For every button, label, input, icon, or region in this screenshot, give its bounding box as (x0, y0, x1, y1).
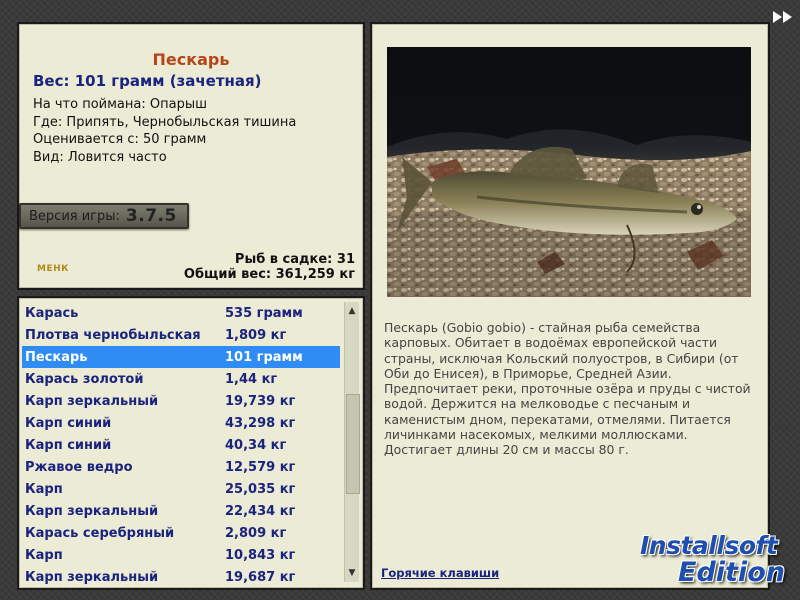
catch-list-panel: Карась 535 грамм Плотва чернобыльская 1,809… (17, 296, 365, 590)
scroll-up-button[interactable]: ▲ (345, 304, 359, 318)
list-item[interactable]: Карась серебряный 2,809 кг (22, 522, 340, 544)
list-item-weight: 40,34 кг (225, 437, 287, 453)
fish-info-panel: Пескарь Вес: 101 грамм (зачетная) На что… (17, 22, 365, 290)
list-item[interactable]: Карп зеркальный 19,739 кг (22, 390, 340, 412)
fast-forward-button[interactable] (772, 9, 794, 23)
game-version-badge: Версия игры: 3.7.5 (19, 203, 189, 229)
list-item-weight: 25,035 кг (225, 481, 296, 497)
arrow-down-icon: ▼ (348, 568, 356, 578)
list-item[interactable]: Карп 25,035 кг (22, 478, 340, 500)
list-item[interactable]: Карп 10,843 кг (22, 544, 340, 566)
version-label: Версия игры: (29, 208, 120, 224)
list-item-weight: 1,809 кг (225, 327, 287, 343)
fish-photo (387, 47, 751, 297)
list-item-name: Карп зеркальный (25, 503, 159, 519)
fish-description: Пескарь (Gobio gobio) - стайная рыба сем… (384, 320, 751, 458)
arrow-up-icon: ▲ (348, 306, 356, 316)
fish-count: Рыб в садке: 31 (234, 252, 355, 267)
frequency-line: Вид: Ловится часто (33, 149, 167, 165)
list-item-name: Карп (25, 481, 63, 497)
list-item[interactable]: Карп зеркальный 19,687 кг (22, 566, 340, 588)
installsoft-watermark: Installsoft Edition (632, 515, 796, 595)
list-scrollbar[interactable]: ▲ ▼ (344, 302, 360, 582)
scroll-down-button[interactable]: ▼ (345, 566, 359, 580)
list-item-weight: 19,687 кг (225, 569, 296, 585)
scrollbar-thumb[interactable] (346, 394, 360, 494)
list-item-weight: 43,298 кг (225, 415, 296, 431)
fast-forward-icon (773, 11, 792, 23)
fish-detail-panel: Пескарь (Gobio gobio) - стайная рыба сем… (370, 22, 770, 590)
list-item-weight: 22,434 кг (225, 503, 296, 519)
list-item-name: Карп (25, 547, 63, 563)
list-item-weight: 19,739 кг (225, 393, 296, 409)
keepnet-stats: Рыб в садке: 31 Общий вес: 361,259 кг (184, 252, 355, 282)
rated-from-line: Оценивается с: 50 грамм (33, 132, 207, 147)
list-item[interactable]: Карп синий 43,298 кг (22, 412, 340, 434)
list-item-name: Пескарь (25, 349, 88, 365)
list-item[interactable]: Пескарь 101 грамм (22, 346, 340, 368)
list-item[interactable]: Ржавое ведро 12,579 кг (22, 456, 340, 478)
list-item-name: Карп зеркальный (25, 393, 159, 409)
list-item-weight: 12,579 кг (225, 459, 296, 475)
list-item-weight: 2,809 кг (225, 525, 287, 541)
list-item-weight: 1,44 кг (225, 371, 278, 387)
list-item-name: Карп зеркальный (25, 569, 159, 585)
list-item-name: Плотва чернобыльская (25, 327, 201, 343)
list-item-name: Карп синий (25, 415, 112, 431)
list-item[interactable]: Карась 535 грамм (22, 302, 340, 324)
bait-line: На что поймана: Опарыш (33, 97, 207, 112)
list-item-weight: 101 грамм (225, 349, 303, 365)
fish-details: На что поймана: Опарыш Где: Припять, Чер… (33, 96, 296, 166)
list-item[interactable]: Карп синий 40,34 кг (22, 434, 340, 456)
list-item[interactable]: Карп зеркальный 22,434 кг (22, 500, 340, 522)
list-item-weight: 10,843 кг (225, 547, 296, 563)
list-item-name: Карп синий (25, 437, 112, 453)
list-item-name: Карась (25, 305, 79, 321)
list-item[interactable]: Плотва чернобыльская 1,809 кг (22, 324, 340, 346)
fish-weight: Вес: 101 грамм (зачетная) (33, 72, 262, 90)
list-item-weight: 535 грамм (225, 305, 303, 321)
list-item-name: Карась серебряный (25, 525, 175, 541)
catch-list[interactable]: Карась 535 грамм Плотва чернобыльская 1,809… (22, 302, 340, 588)
list-item-name: Карась золотой (25, 371, 144, 387)
version-number: 3.7.5 (125, 206, 177, 226)
location-line: Где: Припять, Чернобыльская тишина (33, 114, 297, 130)
fish-name-title: Пескарь (152, 50, 230, 69)
list-item[interactable]: Карась золотой 1,44 кг (22, 368, 340, 390)
list-item-name: Ржавое ведро (25, 459, 133, 475)
hotkeys-link[interactable]: Горячие клавиши (381, 566, 499, 580)
total-weight: Общий вес: 361,259 кг (183, 267, 355, 282)
watermark-line2: Edition (678, 557, 785, 588)
developer-logo: МЕНК (37, 264, 69, 274)
watermark-line1: Installsoft (640, 531, 778, 560)
